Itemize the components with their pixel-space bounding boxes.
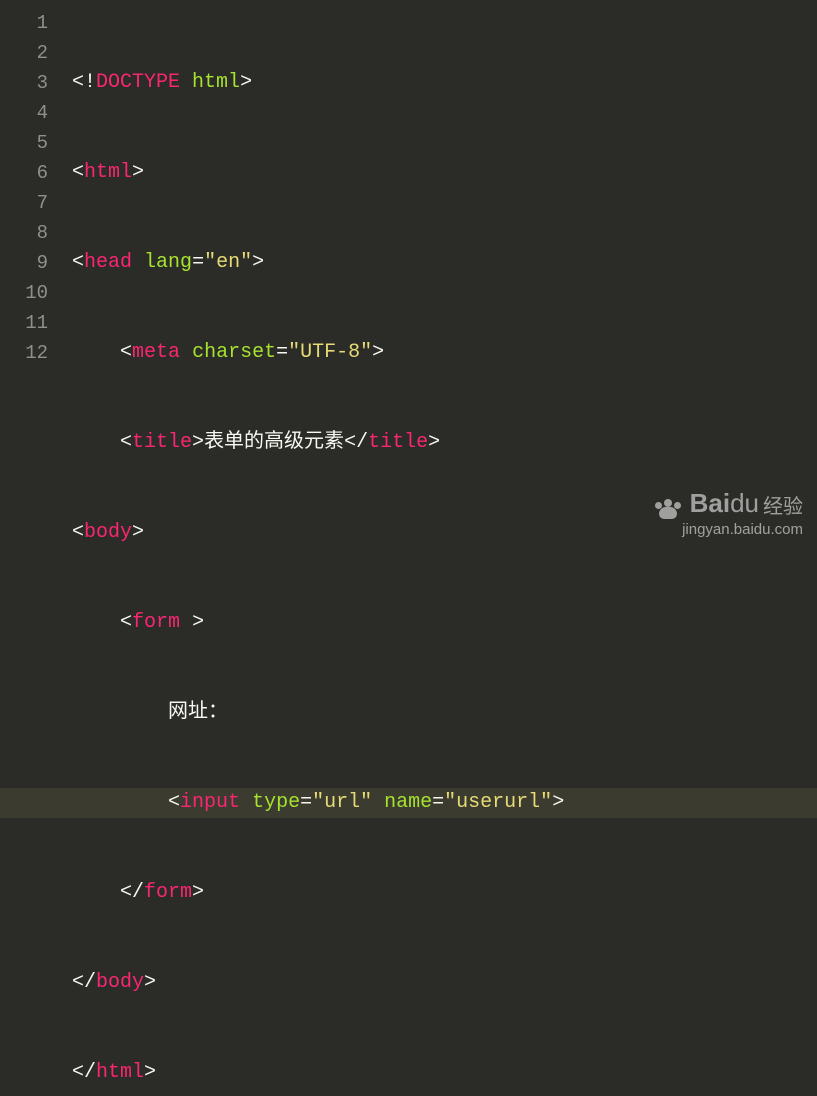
code-line: <meta charset="UTF-8"> (72, 338, 817, 368)
watermark-brand-suffix: du (730, 488, 759, 518)
code-line: <title>表单的高级元素</title> (72, 428, 817, 458)
paw-icon (652, 499, 688, 519)
code-area[interactable]: <!DOCTYPE html> <html> <head lang="en"> … (60, 0, 817, 548)
line-number: 7 (0, 188, 48, 218)
line-number: 11 (0, 308, 48, 338)
line-number: 10 (0, 278, 48, 308)
watermark-brand: Bai (690, 488, 730, 518)
code-editor: 1 2 3 4 5 6 7 8 9 10 11 12 <!DOCTYPE htm… (0, 0, 817, 548)
watermark-url: jingyan.baidu.com (652, 521, 803, 538)
code-line: <html> (72, 158, 817, 188)
line-number: 9 (0, 248, 48, 278)
code-line: <form > (72, 608, 817, 638)
code-line: 网址： (72, 698, 817, 728)
code-line-highlighted: <input type="url" name="userurl"> (72, 788, 817, 818)
line-number: 8 (0, 218, 48, 248)
watermark-label: 经验 (763, 496, 803, 518)
line-number: 5 (0, 128, 48, 158)
line-number: 3 (0, 68, 48, 98)
code-line: </html> (72, 1058, 817, 1088)
code-line: </form> (72, 878, 817, 908)
line-number-gutter: 1 2 3 4 5 6 7 8 9 10 11 12 (0, 0, 60, 548)
line-number: 2 (0, 38, 48, 68)
line-number: 12 (0, 338, 48, 368)
code-line: <!DOCTYPE html> (72, 68, 817, 98)
code-line: <head lang="en"> (72, 248, 817, 278)
line-number: 6 (0, 158, 48, 188)
watermark: Baidu经验 jingyan.baidu.com (652, 488, 803, 538)
line-number: 4 (0, 98, 48, 128)
code-line: </body> (72, 968, 817, 998)
line-number: 1 (0, 8, 48, 38)
